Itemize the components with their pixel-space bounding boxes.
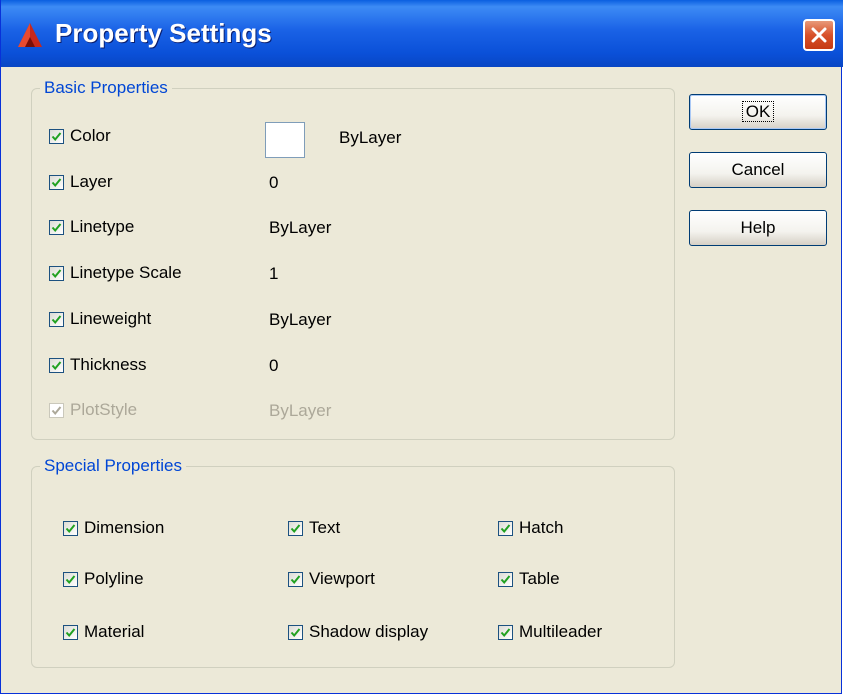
layer-label: Layer: [70, 172, 113, 191]
checkmark-icon: [51, 360, 62, 370]
checkbox-box[interactable]: [49, 265, 64, 281]
cancel-button[interactable]: Cancel: [689, 152, 827, 188]
thickness-value: 0: [269, 356, 279, 375]
checkmark-icon: [290, 574, 301, 584]
polyline-checkbox[interactable]: Polyline: [63, 566, 144, 592]
checkmark-icon: [65, 574, 76, 584]
checkbox-box[interactable]: [49, 174, 64, 190]
checkbox-box: [49, 402, 64, 418]
lineweight-label: Lineweight: [70, 309, 152, 328]
checkmark-icon: [51, 268, 62, 278]
dimension-label: Dimension: [84, 518, 165, 537]
property-settings-dialog: Property Settings Basic Properties Speci…: [0, 0, 843, 694]
checkbox-box[interactable]: [288, 624, 303, 640]
checkbox-box[interactable]: [288, 571, 303, 587]
linetype-scale-checkbox[interactable]: Linetype Scale: [49, 260, 182, 286]
thickness-checkbox[interactable]: Thickness: [49, 352, 147, 378]
linetype-checkbox[interactable]: Linetype: [49, 214, 134, 240]
checkmark-icon: [51, 177, 62, 187]
checkbox-box[interactable]: [49, 128, 64, 144]
checkmark-icon: [51, 314, 62, 324]
checkbox-box[interactable]: [63, 520, 78, 536]
checkmark-icon: [500, 574, 511, 584]
shadow-display-label: Shadow display: [309, 622, 429, 641]
ok-button[interactable]: OK: [689, 94, 827, 130]
hatch-label: Hatch: [519, 518, 564, 537]
layer-checkbox[interactable]: Layer: [49, 169, 113, 195]
checkmark-icon: [65, 523, 76, 533]
checkmark-icon: [500, 523, 511, 533]
basic-properties-legend: Basic Properties: [44, 78, 168, 97]
lineweight-value: ByLayer: [269, 310, 332, 329]
checkbox-box[interactable]: [288, 520, 303, 536]
plotstyle-checkbox: PlotStyle: [49, 397, 137, 423]
checkbox-box[interactable]: [49, 219, 64, 235]
checkbox-box[interactable]: [49, 311, 64, 327]
viewport-checkbox[interactable]: Viewport: [288, 566, 375, 592]
close-button[interactable]: [803, 19, 835, 51]
ok-button-label: OK: [741, 101, 775, 122]
window-title: Property Settings: [55, 18, 272, 48]
dimension-checkbox[interactable]: Dimension: [63, 515, 164, 541]
checkmark-icon: [51, 222, 62, 232]
checkbox-box[interactable]: [63, 571, 78, 587]
text-label: Text: [309, 518, 341, 537]
color-checkbox[interactable]: Color: [49, 123, 111, 149]
checkmark-icon: [290, 627, 301, 637]
lineweight-checkbox[interactable]: Lineweight: [49, 306, 151, 332]
color-label: Color: [70, 126, 111, 145]
hatch-checkbox[interactable]: Hatch: [498, 515, 563, 541]
multileader-checkbox[interactable]: Multileader: [498, 619, 602, 645]
linetype-scale-value: 1: [269, 264, 279, 283]
table-label: Table: [519, 569, 560, 588]
multileader-label: Multileader: [519, 622, 603, 641]
layer-value: 0: [269, 173, 279, 192]
table-checkbox[interactable]: Table: [498, 566, 560, 592]
checkbox-box[interactable]: [498, 624, 513, 640]
plotstyle-value: ByLayer: [269, 401, 332, 420]
thickness-label: Thickness: [70, 355, 147, 374]
close-icon: [811, 27, 827, 43]
autocad-app-icon: [15, 20, 45, 50]
special-properties-legend: Special Properties: [44, 456, 182, 475]
viewport-label: Viewport: [309, 569, 375, 588]
checkbox-box[interactable]: [49, 357, 64, 373]
checkmark-icon: [500, 627, 511, 637]
material-checkbox[interactable]: Material: [63, 619, 144, 645]
checkbox-box[interactable]: [63, 624, 78, 640]
title-bar[interactable]: Property Settings: [1, 0, 843, 67]
checkbox-box[interactable]: [498, 520, 513, 536]
linetype-label: Linetype: [70, 217, 135, 236]
checkbox-box[interactable]: [498, 571, 513, 587]
color-value: ByLayer: [339, 128, 402, 147]
help-button[interactable]: Help: [689, 210, 827, 246]
checkmark-icon: [65, 627, 76, 637]
shadow-display-checkbox[interactable]: Shadow display: [288, 619, 428, 645]
material-label: Material: [84, 622, 145, 641]
checkmark-icon: [51, 131, 62, 141]
plotstyle-label: PlotStyle: [70, 400, 138, 419]
linetype-value: ByLayer: [269, 218, 332, 237]
checkmark-icon: [51, 405, 62, 415]
checkmark-icon: [290, 523, 301, 533]
text-checkbox[interactable]: Text: [288, 515, 340, 541]
polyline-label: Polyline: [84, 569, 144, 588]
linetype-scale-label: Linetype Scale: [70, 263, 182, 282]
color-swatch: [265, 122, 305, 158]
